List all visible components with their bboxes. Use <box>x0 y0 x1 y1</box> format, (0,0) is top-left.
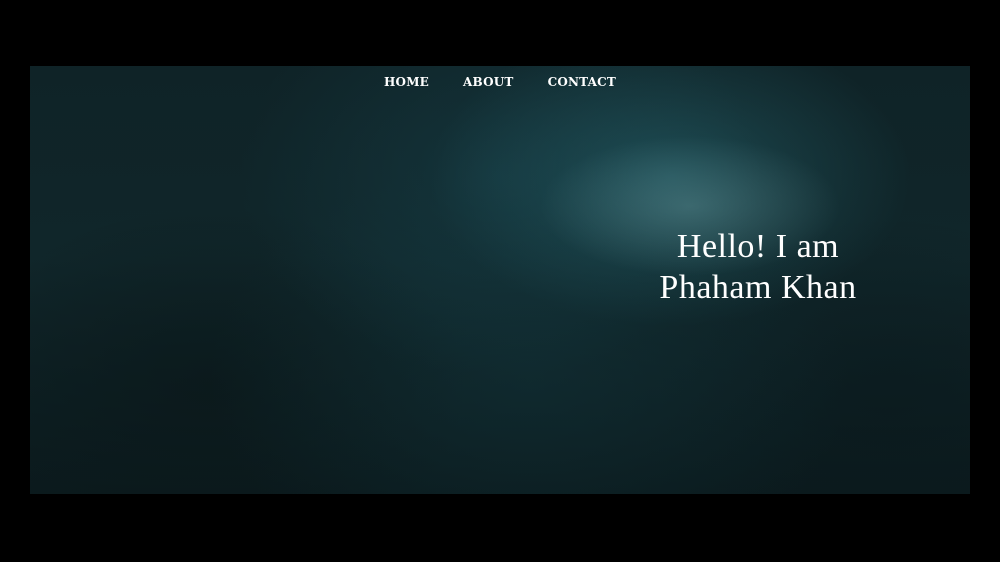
nav-link-home[interactable]: HOME <box>384 75 429 89</box>
nav-link-contact[interactable]: CONTACT <box>548 75 616 89</box>
nav-link-about[interactable]: ABOUT <box>463 75 514 89</box>
page: HOME ABOUT CONTACT Hello! I am Phaham Kh… <box>0 0 1000 562</box>
hero-headline: Hello! I am Phaham Khan <box>608 226 908 308</box>
hero-section: HOME ABOUT CONTACT Hello! I am Phaham Kh… <box>30 66 970 494</box>
hero-headline-line-2: Phaham Khan <box>659 269 857 306</box>
top-navigation: HOME ABOUT CONTACT <box>30 75 970 89</box>
hero-headline-line-1: Hello! I am <box>676 228 840 265</box>
